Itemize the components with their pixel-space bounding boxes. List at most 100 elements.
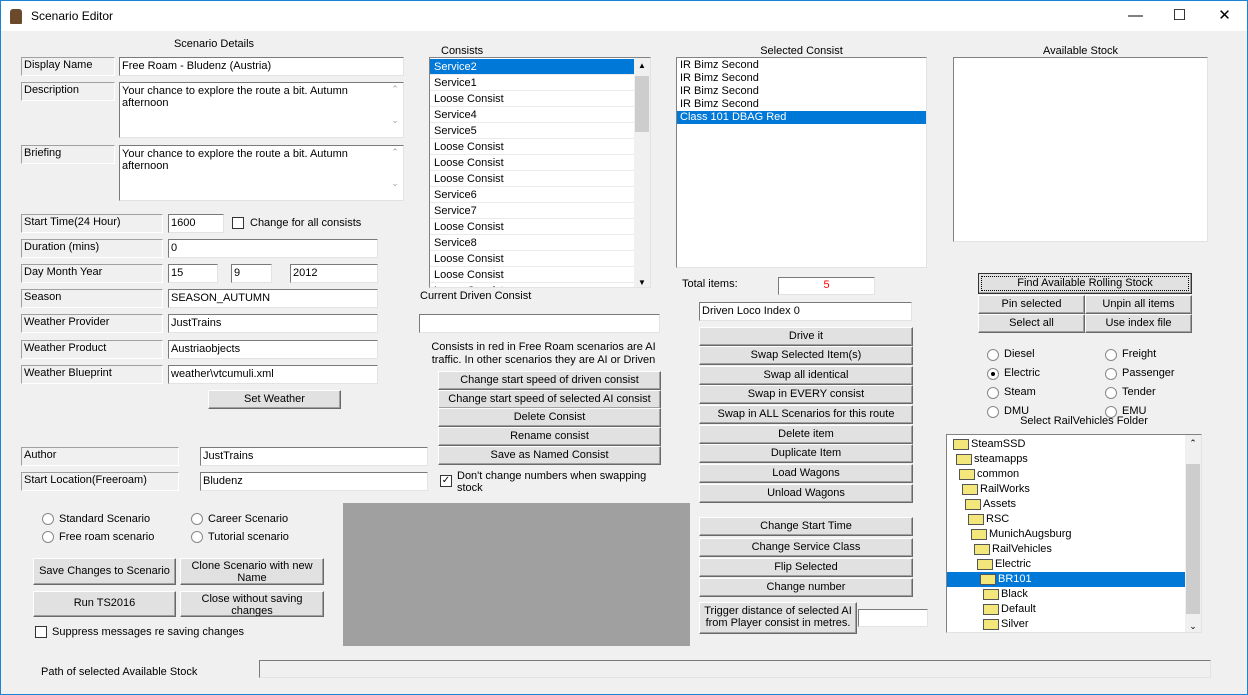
folder-tree[interactable]: SteamSSD steamapps common RailWorks Assets RS…	[946, 434, 1202, 633]
consist-action-button[interactable]: Change start speed of driven consist	[438, 371, 661, 390]
suppress-messages-checkbox[interactable]	[35, 626, 47, 638]
select-all-button[interactable]: Select all	[978, 314, 1085, 333]
consist-item[interactable]: Service8	[430, 235, 634, 251]
weather-product-input[interactable]: Austriaobjects	[168, 340, 378, 359]
folder-tree-node[interactable]: steamapps	[947, 452, 1186, 467]
tree-scrollbar[interactable]: ⌃ ⌄	[1185, 435, 1201, 632]
tree-scroll-up-icon[interactable]: ⌃	[1185, 435, 1201, 451]
season-input[interactable]: SEASON_AUTUMN	[168, 289, 378, 308]
tutorial-scenario-radio[interactable]	[191, 531, 203, 543]
selected-consist-item[interactable]: IR Bimz Second	[677, 59, 926, 72]
save-changes-button[interactable]: Save Changes to Scenario	[33, 558, 176, 585]
folder-tree-node[interactable]: SteamSSD	[947, 437, 1186, 452]
consist-item-action-button[interactable]: Swap Selected Item(s)	[699, 346, 913, 365]
consist-item[interactable]: Service7	[430, 203, 634, 219]
unpin-all-button[interactable]: Unpin all items	[1085, 295, 1192, 314]
stock-type-radio[interactable]	[1105, 387, 1117, 399]
set-weather-button[interactable]: Set Weather	[208, 390, 341, 409]
folder-tree-node[interactable]: BR101	[947, 572, 1186, 587]
selected-consist-item[interactable]: IR Bimz Second	[677, 85, 926, 98]
consists-list[interactable]: Service2 Service1 Loose Consist Service4 Ser…	[429, 57, 651, 288]
standard-scenario-radio[interactable]	[42, 513, 54, 525]
consist-item[interactable]: Loose Consist	[430, 171, 634, 187]
consist-item[interactable]: Loose Consist	[430, 267, 634, 283]
start-time-input[interactable]: 1600	[168, 214, 224, 233]
consist-action-button[interactable]: Change start speed of selected AI consis…	[438, 390, 661, 409]
consist-item-action-button[interactable]: Change Service Class	[699, 538, 913, 557]
consist-item-action-button[interactable]: Swap in ALL Scenarios for this route	[699, 405, 913, 424]
display-name-input[interactable]: Free Roam - Bludenz (Austria)	[119, 57, 404, 76]
career-scenario-radio[interactable]	[191, 513, 203, 525]
weather-blueprint-input[interactable]: weather\vtcumuli.xml	[168, 365, 378, 384]
author-input[interactable]: JustTrains	[200, 447, 428, 466]
stock-type-radio[interactable]	[987, 349, 999, 361]
start-location-input[interactable]: Bludenz	[200, 472, 428, 491]
consist-item[interactable]: Loose Consist	[430, 283, 634, 287]
consist-action-button[interactable]: Delete Consist	[438, 408, 661, 427]
briefing-input[interactable]: Your chance to explore the route a bit. …	[119, 145, 404, 201]
selected-consist-list[interactable]: IR Bimz Second IR Bimz Second IR Bimz Seco…	[676, 57, 927, 268]
folder-tree-node[interactable]: RailVehicles	[947, 542, 1186, 557]
free-roam-radio[interactable]	[42, 531, 54, 543]
scroll-down-icon[interactable]: ▼	[634, 278, 650, 287]
clone-scenario-button[interactable]: Clone Scenario with new Name	[180, 558, 324, 585]
find-rolling-stock-button[interactable]: Find Available Rolling Stock	[978, 273, 1192, 294]
folder-tree-node[interactable]: RSC	[947, 512, 1186, 527]
pin-selected-button[interactable]: Pin selected	[978, 295, 1085, 314]
stock-type-radio[interactable]	[987, 368, 999, 380]
change-all-checkbox[interactable]	[232, 217, 244, 229]
consist-item[interactable]: Service5	[430, 123, 634, 139]
month-input[interactable]: 9	[231, 264, 272, 283]
consist-action-button[interactable]: Save as Named Consist	[438, 446, 661, 465]
trigger-distance-input[interactable]	[858, 609, 928, 627]
minimize-button[interactable]: —	[1113, 1, 1158, 31]
consist-item-action-button[interactable]: Change number	[699, 578, 913, 597]
year-input[interactable]: 2012	[290, 264, 378, 283]
description-scrollbar[interactable]: ⌃ ⌄	[388, 84, 402, 136]
consist-item-action-button[interactable]: Load Wagons	[699, 464, 913, 483]
consist-item-action-button[interactable]: Change Start Time	[699, 517, 913, 536]
consist-item[interactable]: Service2	[430, 59, 634, 75]
use-index-file-button[interactable]: Use index file	[1085, 314, 1192, 333]
consist-item[interactable]: Service4	[430, 107, 634, 123]
duration-input[interactable]: 0	[168, 239, 378, 258]
selected-consist-item[interactable]: IR Bimz Second	[677, 72, 926, 85]
stock-type-radio[interactable]	[1105, 368, 1117, 380]
run-ts2016-button[interactable]: Run TS2016	[33, 591, 176, 617]
maximize-button[interactable]: ☐	[1157, 1, 1202, 31]
driven-loco-index-input[interactable]: Driven Loco Index 0	[699, 302, 912, 321]
available-stock-list[interactable]	[953, 57, 1208, 242]
close-without-saving-button[interactable]: Close without saving changes	[180, 591, 324, 617]
tree-scroll-down-icon[interactable]: ⌄	[1185, 621, 1201, 632]
consists-scrollbar[interactable]: ▲ ▼	[634, 58, 650, 287]
consist-item[interactable]: Loose Consist	[430, 251, 634, 267]
consist-item[interactable]: Loose Consist	[430, 139, 634, 155]
scroll-up-icon[interactable]: ▲	[634, 58, 650, 74]
close-button[interactable]: ✕	[1202, 1, 1247, 31]
selected-consist-item[interactable]: Class 101 DBAG Red	[677, 111, 926, 124]
stock-type-radio[interactable]	[987, 387, 999, 399]
folder-tree-node[interactable]: common	[947, 467, 1186, 482]
folder-tree-node[interactable]: Assets	[947, 497, 1186, 512]
consist-item-action-button[interactable]: Swap all identical	[699, 366, 913, 385]
consist-item[interactable]: Loose Consist	[430, 219, 634, 235]
consist-item-action-button[interactable]: Unload Wagons	[699, 484, 913, 503]
consist-item[interactable]: Loose Consist	[430, 91, 634, 107]
tree-scroll-thumb[interactable]	[1186, 464, 1200, 614]
consist-action-button[interactable]: Rename consist	[438, 427, 661, 446]
selected-consist-item[interactable]: IR Bimz Second	[677, 98, 926, 111]
folder-tree-node[interactable]: Black	[947, 587, 1186, 602]
day-input[interactable]: 15	[168, 264, 218, 283]
folder-tree-node[interactable]: Default	[947, 602, 1186, 617]
folder-tree-node[interactable]: Silver	[947, 617, 1186, 632]
weather-provider-input[interactable]: JustTrains	[168, 314, 378, 333]
consist-item-action-button[interactable]: Delete item	[699, 425, 913, 444]
current-driven-input[interactable]	[419, 314, 660, 333]
consist-item-action-button[interactable]: Duplicate Item	[699, 444, 913, 463]
consist-item-action-button[interactable]: Drive it	[699, 327, 913, 346]
consist-item[interactable]: Service1	[430, 75, 634, 91]
folder-tree-node[interactable]: RailWorks	[947, 482, 1186, 497]
folder-tree-node[interactable]: Electric	[947, 557, 1186, 572]
consist-item-action-button[interactable]: Swap in EVERY consist	[699, 385, 913, 404]
consist-item[interactable]: Service6	[430, 187, 634, 203]
